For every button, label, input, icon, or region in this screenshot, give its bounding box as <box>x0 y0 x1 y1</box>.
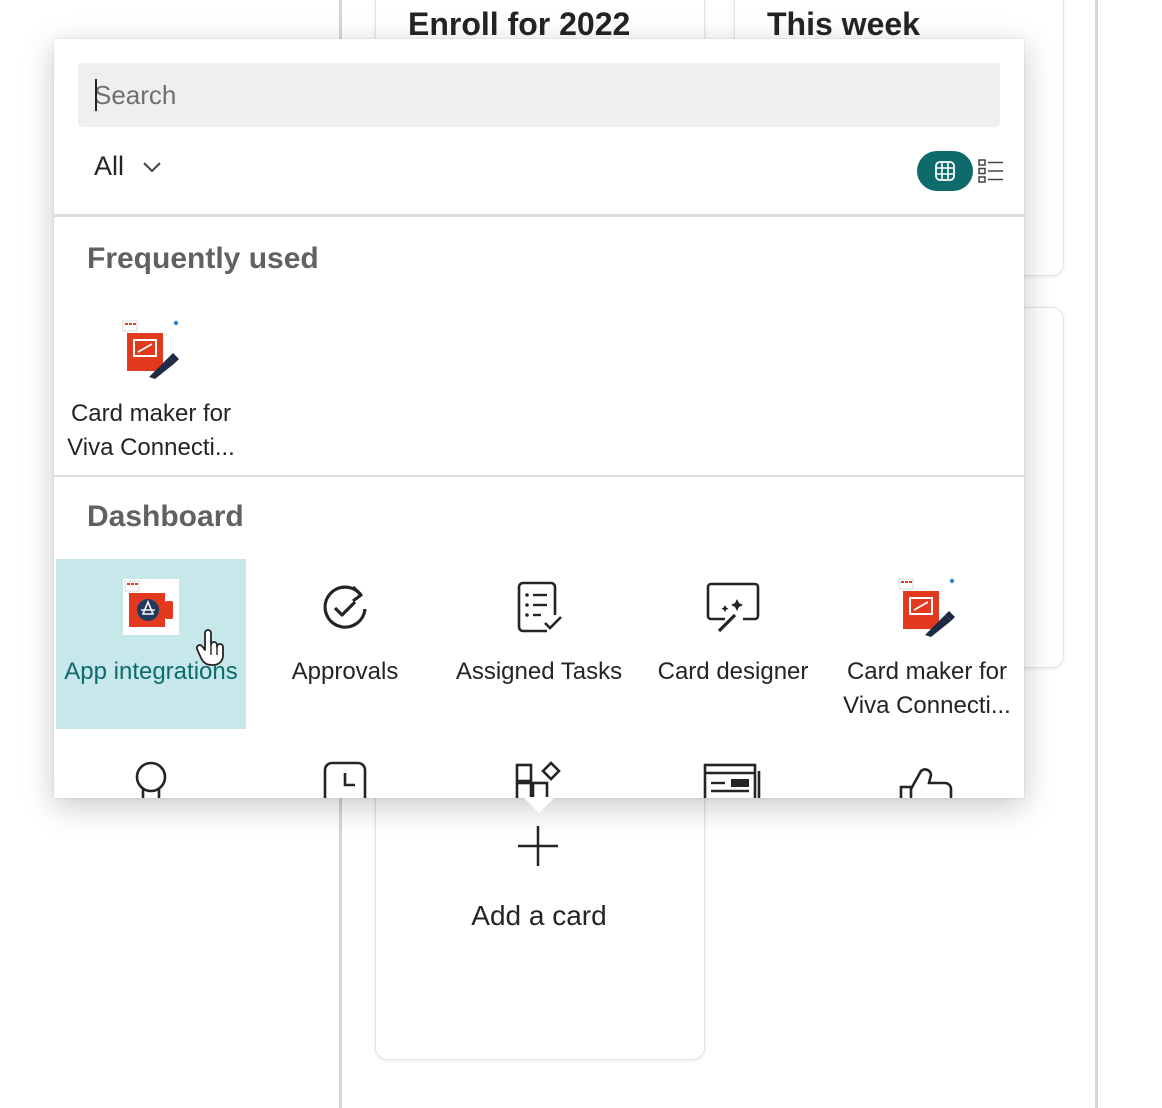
ribbon-icon[interactable] <box>119 761 183 798</box>
grid-view-button[interactable] <box>917 151 973 191</box>
grid-icon <box>935 161 955 181</box>
card-designer-icon <box>706 582 760 633</box>
filter-dropdown[interactable]: All <box>94 151 162 182</box>
search-input[interactable] <box>78 63 1000 127</box>
pointer-hand-icon <box>195 629 224 666</box>
card-toolbox-panel: All Frequently used <box>54 39 1024 798</box>
tile-assigned-tasks[interactable]: Assigned Tasks <box>444 559 634 729</box>
tile-card-designer[interactable]: Card designer <box>638 559 828 729</box>
app-integrations-icon <box>123 579 179 635</box>
clock-icon[interactable] <box>313 761 377 798</box>
section-divider <box>54 475 1024 477</box>
toolbar-divider <box>54 214 1024 217</box>
thumbs-up-icon[interactable] <box>895 761 959 798</box>
card-maker-icon <box>898 578 955 637</box>
section-title-frequently-used: Frequently used <box>87 242 319 275</box>
assigned-tasks-icon <box>517 581 562 633</box>
plus-icon <box>518 826 558 866</box>
filter-dropdown-label: All <box>94 151 125 181</box>
tile-card-maker[interactable]: Card maker for Viva Connecti... <box>832 559 1022 729</box>
tile-label: Assigned Tasks <box>455 658 623 685</box>
approvals-icon <box>323 585 367 629</box>
apps-add-icon[interactable] <box>507 761 571 798</box>
panel-pointer-notch <box>523 797 555 813</box>
card-this-week-title: This week <box>767 6 920 42</box>
text-caret <box>95 79 97 111</box>
tile-label: Card designer <box>657 658 809 685</box>
tile-approvals[interactable]: Approvals <box>250 559 440 729</box>
add-card-label: Add a card <box>471 900 607 931</box>
tile-label: Approvals <box>291 658 399 685</box>
card-enroll-title: Enroll for 2022 <box>408 6 631 42</box>
card-maker-icon <box>122 320 179 379</box>
tile-label: Card maker for Viva Connecti... <box>67 400 235 461</box>
tile-label: Card maker for Viva Connecti... <box>843 658 1011 719</box>
section-title-dashboard: Dashboard <box>87 500 244 533</box>
list-icon[interactable] <box>978 158 1004 184</box>
news-icon[interactable] <box>701 761 765 798</box>
tile-card-maker-frequent[interactable]: Card maker for Viva Connecti... <box>56 301 246 471</box>
canvas-column-divider <box>1095 0 1098 1108</box>
chevron-down-icon <box>143 161 161 172</box>
